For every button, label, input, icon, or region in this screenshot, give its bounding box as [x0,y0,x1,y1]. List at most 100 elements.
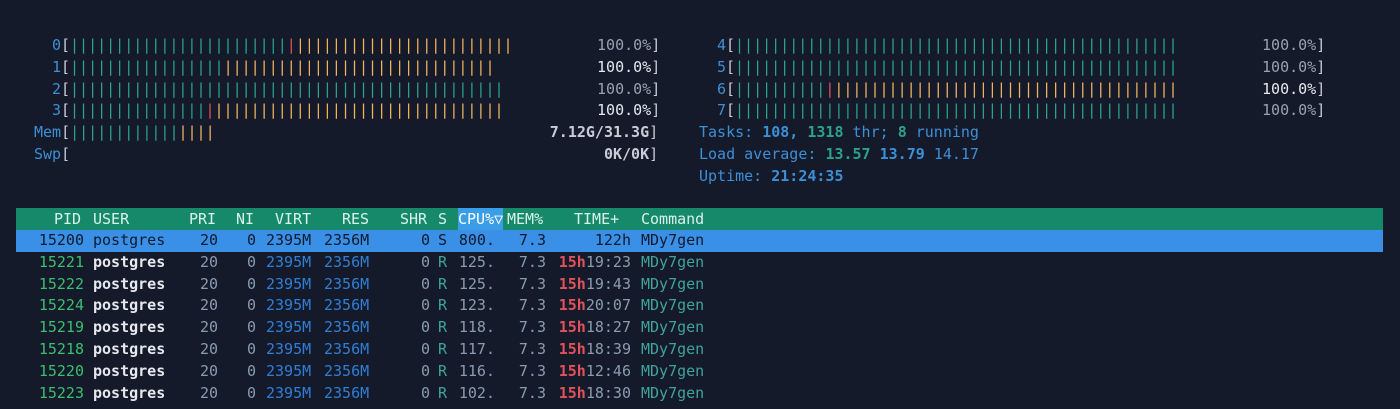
cell-user: postgres [93,274,166,293]
cpu-meter-7: 7[||||||||||||||||||||||||||||||||||||||… [717,100,1325,122]
cell-virt: 2395M [266,340,312,358]
col-shr[interactable]: SHR [400,208,427,230]
cell-mem: 7.3 [518,231,546,249]
col-virt[interactable]: VIRT [275,208,311,230]
cell-cpu: 125. [458,252,495,271]
cell-time: 15h18:30 [558,383,631,402]
col-ni[interactable]: NI [236,208,254,230]
cell-ni: 0 [246,361,256,380]
cell-time: 15h19:43 [558,274,631,293]
cell-cpu: 118. [458,318,495,337]
swap-value: 0K/0K [603,145,650,163]
col-command[interactable]: Command [641,208,704,230]
cell-res: 2356M [324,383,370,402]
cpu-bar: ||||||||||||||||||||||||||||||||||||||||… [70,101,504,120]
cpu-value: 100.0% [1262,36,1317,54]
cell-user: postgres [93,318,166,337]
cell-mem: 7.3 [518,252,546,271]
cell-virt: 2395M [266,231,312,249]
table-row[interactable]: 15222 postgres 20 0 2395M 2356M 0 R 125. 7.3 MDy7g… [16,274,1383,296]
cell-user: postgres [93,231,166,249]
process-table-header[interactable]: PID USER PRI NI VIRT RES SHR S CPU%▽ MEM… [16,208,1383,230]
cpu-bar: ||||||||||||||||||||||||||||||||||||||||… [735,36,1178,54]
cell-user: postgres [93,296,166,315]
cell-command: MDy7gen [641,383,705,402]
cell-command: MDy7gen [641,340,705,358]
cell-ni: 0 [246,252,256,271]
col-mem[interactable]: MEM% [507,208,543,230]
table-row[interactable]: 15200 postgres 20 0 2395M 2356M 0 S 800. 7.3 MDy7g… [16,230,1383,252]
cell-ni: 0 [246,231,256,249]
cpu-label: 5 [717,57,727,76]
cpu-meter-6: 6[||||||||||||||||||||||||||||||||||||||… [717,79,1325,101]
cell-pid: 15224 [38,296,84,315]
cpu-meter-4: 4[||||||||||||||||||||||||||||||||||||||… [717,35,1325,57]
cell-virt: 2395M [266,252,312,271]
table-row[interactable]: 15224 postgres 20 0 2395M 2356M 0 R 123. 7.3 MDy7g… [16,295,1383,317]
cell-mem: 7.3 [518,361,546,380]
col-state[interactable]: S [438,208,447,230]
cell-shr: 0 [420,383,430,402]
cell-shr: 0 [420,274,430,293]
cpu-label: 2 [52,79,62,98]
cell-pid: 15222 [38,274,84,293]
col-user[interactable]: USER [93,208,129,230]
cpu-bar: ||||||||||||||||||||||||||||||||||||||||… [70,57,495,76]
cell-res: 2356M [324,318,370,337]
cpu-bar: ||||||||||||||||||||||||||||||||||||||||… [735,101,1178,120]
cell-ni: 0 [246,340,256,358]
cell-pid: 15219 [38,318,84,337]
cell-state: R [438,252,448,271]
table-row[interactable]: 15219 postgres 20 0 2395M 2356M 0 R 118. 7.3 MDy7g… [16,317,1383,339]
cpu-meter-2: 2[||||||||||||||||||||||||||||||||||||||… [52,79,660,101]
cell-virt: 2395M [266,361,312,380]
cell-cpu: 102. [458,383,495,402]
cell-time: 15h18:39 [558,340,631,358]
cell-res: 2356M [324,340,370,358]
cell-command: MDy7gen [641,296,705,315]
col-pid[interactable]: PID [54,208,81,230]
cell-res: 2356M [324,231,370,249]
col-time[interactable]: TIME+ [574,208,619,230]
cell-pri: 20 [199,274,218,293]
cell-mem: 7.3 [518,296,546,315]
cell-mem: 7.3 [518,383,546,402]
col-cpu-sorted[interactable]: CPU%▽ [458,208,504,230]
mem-value: 7.12G/31.3G [549,123,650,141]
cell-shr: 0 [420,318,430,337]
cell-mem: 7.3 [518,274,546,293]
table-row[interactable]: 15220 postgres 20 0 2395M 2356M 0 R 116. 7.3 MDy7g… [16,361,1383,383]
cell-pri: 20 [199,318,218,337]
cell-state: R [438,274,448,293]
mem-label: Mem [34,123,62,141]
cell-ni: 0 [246,296,256,315]
table-row[interactable]: 15218 postgres 20 0 2395M 2356M 0 R 117. 7.3 MDy7g… [16,339,1383,361]
cell-res: 2356M [324,361,370,380]
cell-mem: 7.3 [518,340,546,358]
tasks-line: Tasks: 108, 1318 thr; 8 running [699,123,979,141]
cpu-value: 100.0% [597,79,652,98]
cell-shr: 0 [420,340,430,358]
col-res[interactable]: RES [342,208,369,230]
cell-time: 15h18:27 [558,318,631,337]
cpu-meter-3: 3[||||||||||||||||||||||||||||||||||||||… [52,100,660,122]
cell-user: postgres [93,361,166,380]
cell-shr: 0 [420,296,430,315]
load-average-line: Load average: 13.57 13.79 14.17 [699,145,979,163]
cpu-meter-5: 5[||||||||||||||||||||||||||||||||||||||… [717,57,1325,79]
cell-cpu: 123. [458,296,495,315]
cell-ni: 0 [246,318,256,337]
table-row[interactable]: 15223 postgres 20 0 2395M 2356M 0 R 102. 7.3 MDy7g… [16,383,1383,405]
col-pri[interactable]: PRI [189,208,216,230]
cell-pid: 15221 [38,252,84,271]
cell-cpu: 125. [458,274,495,293]
cell-pri: 20 [199,361,218,380]
table-row[interactable]: 15221 postgres 20 0 2395M 2356M 0 R 125. 7.3 MDy7g… [16,252,1383,274]
cell-pri: 20 [199,296,218,315]
cpu-label: 1 [52,57,62,76]
cpu-bar: ||||||||||||||||||||||||||||||||||||||||… [735,57,1178,76]
cell-pri: 20 [199,252,218,271]
cell-cpu: 800. [458,231,495,249]
cpu-meter-0: 0[||||||||||||||||||||||||||||||||||||||… [52,35,660,57]
cell-pid: 15218 [38,340,84,358]
